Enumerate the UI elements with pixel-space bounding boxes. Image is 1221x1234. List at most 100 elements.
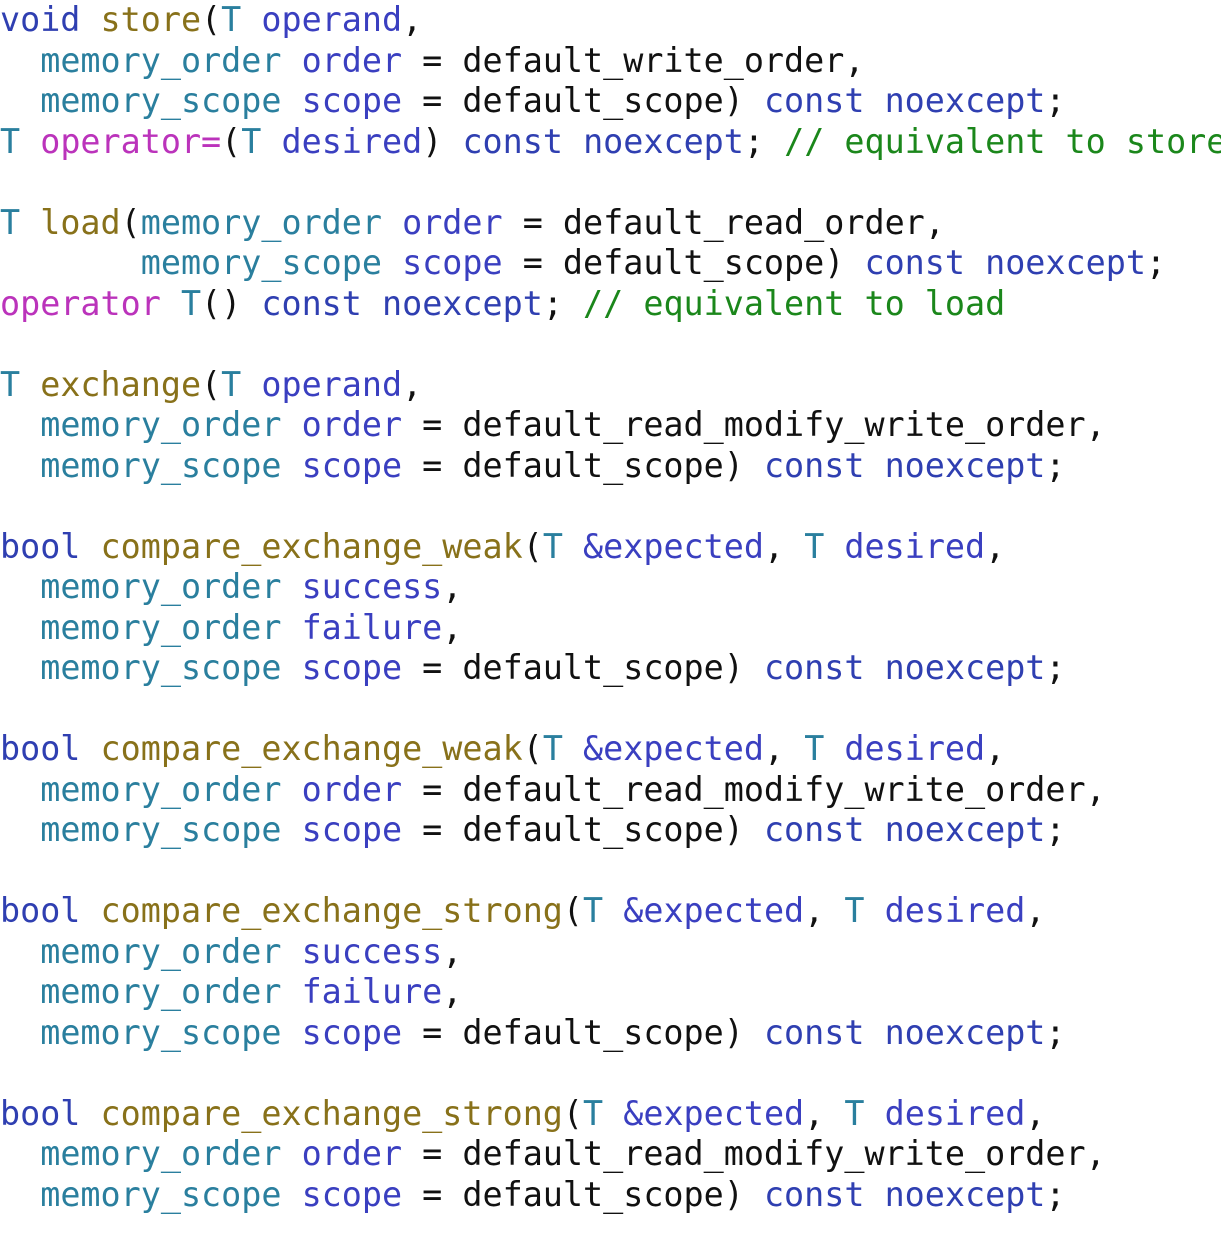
code-token-op	[281, 41, 301, 80]
code-token-op: ,	[804, 1093, 845, 1133]
code-token-op: ()	[201, 283, 262, 323]
code-token-oper: operator	[0, 283, 161, 323]
code-token-pln: default_read_order	[562, 202, 925, 242]
code-token-op: ;	[1045, 81, 1066, 120]
code-token-op	[241, 0, 261, 39]
code-token-var: &expected	[583, 526, 764, 566]
code-token-typ: memory_order	[40, 567, 282, 606]
code-token-op	[864, 1175, 884, 1214]
code-token-op: ;	[1045, 1174, 1066, 1214]
code-token-var: operand	[261, 0, 403, 39]
code-token-pln: default_scope	[462, 648, 724, 687]
code-line: memory_scope scope = default_scope) cons…	[0, 810, 1221, 851]
code-token-typ: memory_order	[40, 972, 282, 1011]
code-token-op: (	[221, 121, 242, 161]
code-token-var: scope	[301, 1174, 403, 1214]
code-token-kw: noexcept	[884, 648, 1046, 687]
code-token-var: &expected	[623, 1093, 805, 1133]
code-token-op	[563, 122, 583, 161]
code-token-op	[281, 770, 301, 809]
code-token-op	[824, 527, 844, 566]
code-token-op	[281, 1013, 301, 1052]
code-token-var: &expected	[623, 891, 805, 930]
code-line: memory_scope scope = default_scope) cons…	[0, 446, 1221, 487]
code-token-cmt: // equivalent to store	[784, 121, 1221, 161]
code-token-fn: compare_exchange_strong	[100, 1093, 563, 1133]
code-token-kw: noexcept	[884, 1174, 1046, 1214]
code-line: T load(memory_order order = default_read…	[0, 203, 1221, 244]
code-token-op: ;	[1045, 445, 1066, 485]
code-token-op: ,	[985, 729, 1006, 768]
code-token-kw: bool	[0, 1093, 81, 1133]
code-token-kw: const	[763, 1174, 865, 1214]
code-token-op	[161, 284, 181, 323]
code-token-op	[0, 405, 40, 444]
code-token-op	[0, 972, 40, 1011]
code-token-op	[362, 284, 382, 323]
code-token-typ: T	[804, 526, 825, 566]
code-token-op	[281, 648, 301, 687]
code-token-typ: T	[542, 526, 563, 566]
code-token-pln: default_read_modify_write_order	[462, 769, 1086, 809]
code-token-op: ,	[804, 891, 845, 930]
code-line: ​	[0, 689, 1221, 730]
code-listing[interactable]: void store(T operand, memory_order order…	[0, 0, 1221, 1215]
code-token-op: ,	[402, 0, 423, 39]
code-token-kw: noexcept	[884, 81, 1046, 120]
code-token-op: (	[522, 729, 543, 768]
code-token-kw: noexcept	[884, 1012, 1046, 1052]
code-token-typ: T	[241, 121, 262, 161]
code-line: ​	[0, 324, 1221, 365]
code-token-typ: memory_order	[40, 607, 282, 647]
code-token-op	[864, 446, 884, 485]
code-token-var: desired	[884, 1093, 1026, 1133]
code-line: bool compare_exchange_strong(T &expected…	[0, 1094, 1221, 1135]
code-token-op	[281, 932, 301, 971]
code-token-fn: store	[100, 0, 202, 39]
code-token-op: ,	[763, 526, 805, 566]
code-token-op	[0, 810, 40, 849]
code-token-op: ,	[844, 40, 865, 80]
code-token-pln: default_scope	[462, 810, 724, 849]
code-token-op: (	[562, 1093, 584, 1133]
code-line: memory_scope scope = default_scope) cons…	[0, 648, 1221, 689]
code-line: ​	[0, 1053, 1221, 1094]
code-token-op	[281, 405, 301, 444]
code-token-op	[0, 567, 40, 606]
code-token-op: ,	[1025, 1093, 1046, 1133]
code-token-kw: bool	[0, 729, 81, 768]
code-token-op	[0, 446, 40, 485]
code-token-pln: default_write_order	[462, 40, 845, 80]
code-token-op	[0, 81, 40, 120]
code-token-op	[865, 1094, 885, 1133]
code-token-kw: const	[763, 648, 865, 687]
code-token-op	[20, 203, 40, 242]
code-token-pln: =	[402, 405, 463, 444]
code-line: ​	[0, 486, 1221, 527]
code-token-typ: T	[0, 364, 21, 404]
code-token-kw: const	[763, 1012, 865, 1052]
code-token-op	[864, 81, 884, 120]
code-token-pln: default_scope	[462, 445, 724, 485]
code-token-typ: memory_order	[40, 769, 282, 809]
code-token-pln: =	[502, 243, 563, 282]
code-token-var: order	[301, 1134, 403, 1173]
code-token-var: order	[402, 202, 503, 242]
code-token-op	[80, 0, 100, 39]
code-token-op: ;	[1045, 1012, 1066, 1052]
code-token-op: ,	[1025, 891, 1046, 930]
code-token-op: )	[723, 1174, 764, 1214]
code-token-var: scope	[301, 810, 403, 849]
code-token-fn: compare_exchange_weak	[100, 729, 523, 768]
code-token-op	[20, 122, 40, 161]
code-token-var: scope	[301, 648, 403, 687]
code-token-kw: const	[864, 243, 965, 282]
code-token-op: (	[120, 202, 141, 242]
code-token-typ: T	[583, 891, 604, 930]
code-token-pln: =	[402, 1174, 463, 1214]
code-token-kw: const	[763, 810, 865, 849]
code-token-kw: noexcept	[583, 121, 744, 161]
code-token-op: )	[422, 121, 463, 161]
code-line: memory_scope scope = default_scope) cons…	[0, 1175, 1221, 1216]
code-line: bool compare_exchange_weak(T &expected, …	[0, 729, 1221, 770]
